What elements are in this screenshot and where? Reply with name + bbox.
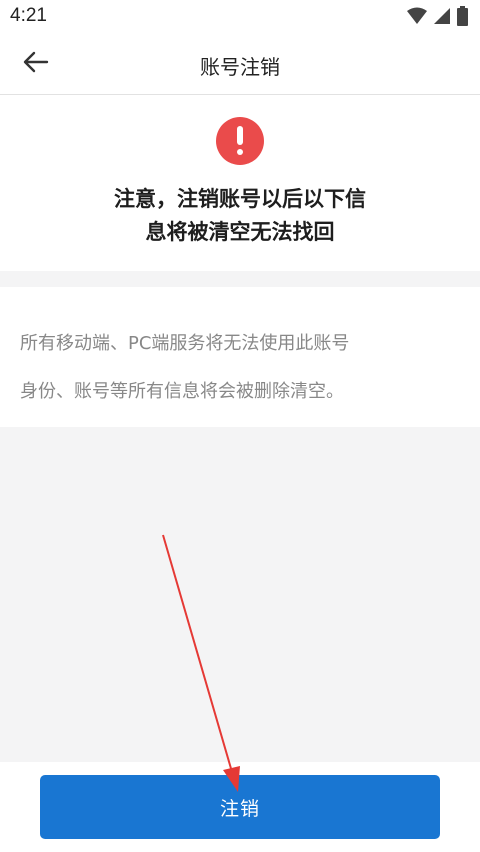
- warning-line-2: 息将被清空无法找回: [145, 220, 335, 244]
- warning-message: 注意，注销账号以后以下信 息将被清空无法找回: [40, 183, 440, 249]
- info-card: 所有移动端、PC端服务将无法使用此账号 身份、账号等所有信息将会被删除清空。: [0, 287, 480, 427]
- wifi-icon: [407, 7, 427, 29]
- info-line-1: 所有移动端、PC端服务将无法使用此账号: [20, 333, 350, 354]
- cancel-account-button[interactable]: 注销: [40, 775, 440, 839]
- status-time: 4:21: [10, 5, 47, 26]
- app-bar: 账号注销: [0, 34, 480, 95]
- exclamation-circle-icon: [216, 117, 264, 165]
- battery-icon: [457, 6, 468, 30]
- account-cancellation-screen: 4:21 账号注销 注意，注销账号以后以下信 息将被清空无法找回 所有移动端、P…: [0, 0, 480, 852]
- signal-icon: [433, 7, 451, 29]
- info-line-2: 身份、账号等所有信息将会被删除清空。: [20, 381, 344, 402]
- page-title: 账号注销: [200, 55, 280, 79]
- status-icons: [407, 6, 468, 30]
- warning-line-1: 注意，注销账号以后以下信: [114, 187, 366, 211]
- warning-card: 注意，注销账号以后以下信 息将被清空无法找回: [0, 95, 480, 271]
- status-bar: 4:21: [0, 0, 480, 34]
